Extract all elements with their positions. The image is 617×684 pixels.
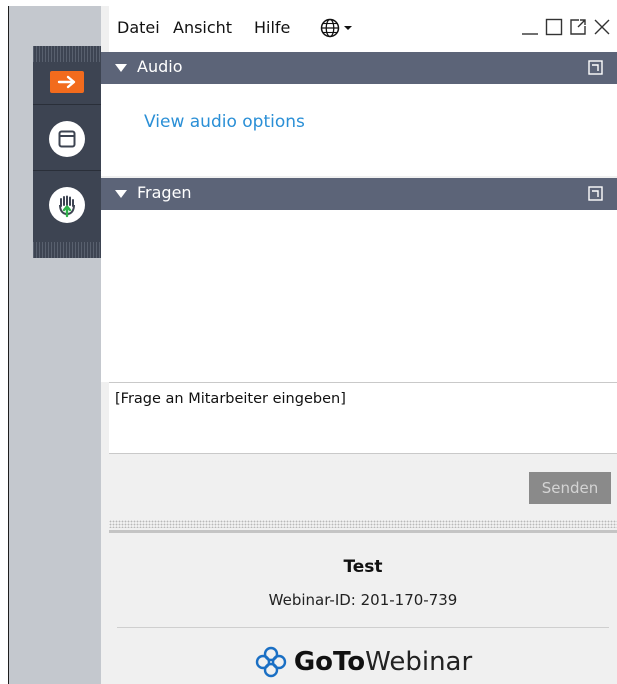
questions-panel-header[interactable]: Fragen (101, 178, 617, 210)
logo-webinar-text: Webinar (365, 647, 473, 677)
globe-icon (320, 18, 340, 38)
webinar-control-panel: Datei Ansicht Hilfe Audio View audio opt… (8, 6, 617, 684)
menu-datei[interactable]: Datei (117, 18, 160, 37)
raise-hand-button[interactable] (40, 180, 94, 230)
collapse-triangle-icon (115, 64, 127, 72)
close-icon (594, 19, 610, 35)
webinar-id: Webinar-ID: 201-170-739 (268, 591, 458, 609)
goto-logo-icon (255, 646, 287, 678)
audio-panel-header[interactable]: Audio (101, 52, 617, 84)
popout-icon (588, 60, 603, 75)
audio-popout-button[interactable] (588, 60, 603, 79)
raise-hand-icon (49, 187, 85, 223)
collapse-panel-button[interactable] (40, 64, 94, 100)
menu-ansicht[interactable]: Ansicht (173, 18, 232, 37)
send-button[interactable]: Senden (529, 472, 611, 504)
language-menu[interactable] (319, 17, 353, 39)
popout-button[interactable] (565, 14, 591, 40)
divider (117, 627, 609, 628)
question-input-placeholder: [Frage an Mitarbeiter eingeben] (115, 391, 346, 407)
minimize-icon (522, 33, 538, 35)
minimize-button[interactable] (517, 14, 543, 40)
session-info: Test Webinar-ID: 201-170-739 GoToWebinar (109, 530, 617, 684)
side-toolbar (33, 46, 101, 258)
window-icon (49, 121, 85, 157)
arrow-right-icon (50, 71, 84, 93)
popout-icon (570, 19, 586, 35)
window-button[interactable] (40, 114, 94, 164)
menu-bar: Datei Ansicht Hilfe (109, 6, 617, 52)
toolbar-grip-bottom[interactable] (33, 242, 101, 258)
view-audio-options-link[interactable]: View audio options (144, 112, 305, 132)
collapse-triangle-icon (115, 190, 127, 198)
gotowebinar-logo: GoToWebinar (109, 645, 617, 679)
chevron-down-icon (344, 26, 352, 30)
toolbar-grip-top[interactable] (33, 46, 101, 62)
session-title: Test (343, 557, 383, 577)
popout-icon (588, 186, 603, 201)
logo-goto-text: GoTo (293, 647, 366, 677)
audio-panel-title: Audio (137, 57, 183, 76)
questions-panel-title: Fragen (137, 183, 192, 202)
maximize-icon (545, 18, 563, 36)
maximize-button[interactable] (541, 14, 567, 40)
question-input[interactable]: [Frage an Mitarbeiter eingeben] (109, 382, 617, 454)
menu-hilfe[interactable]: Hilfe (254, 18, 290, 37)
close-button[interactable] (589, 14, 615, 40)
toolbar-separator (33, 170, 101, 171)
questions-popout-button[interactable] (588, 186, 603, 205)
questions-log (101, 210, 617, 382)
resize-splitter[interactable] (109, 520, 617, 528)
toolbar-separator (33, 104, 101, 105)
